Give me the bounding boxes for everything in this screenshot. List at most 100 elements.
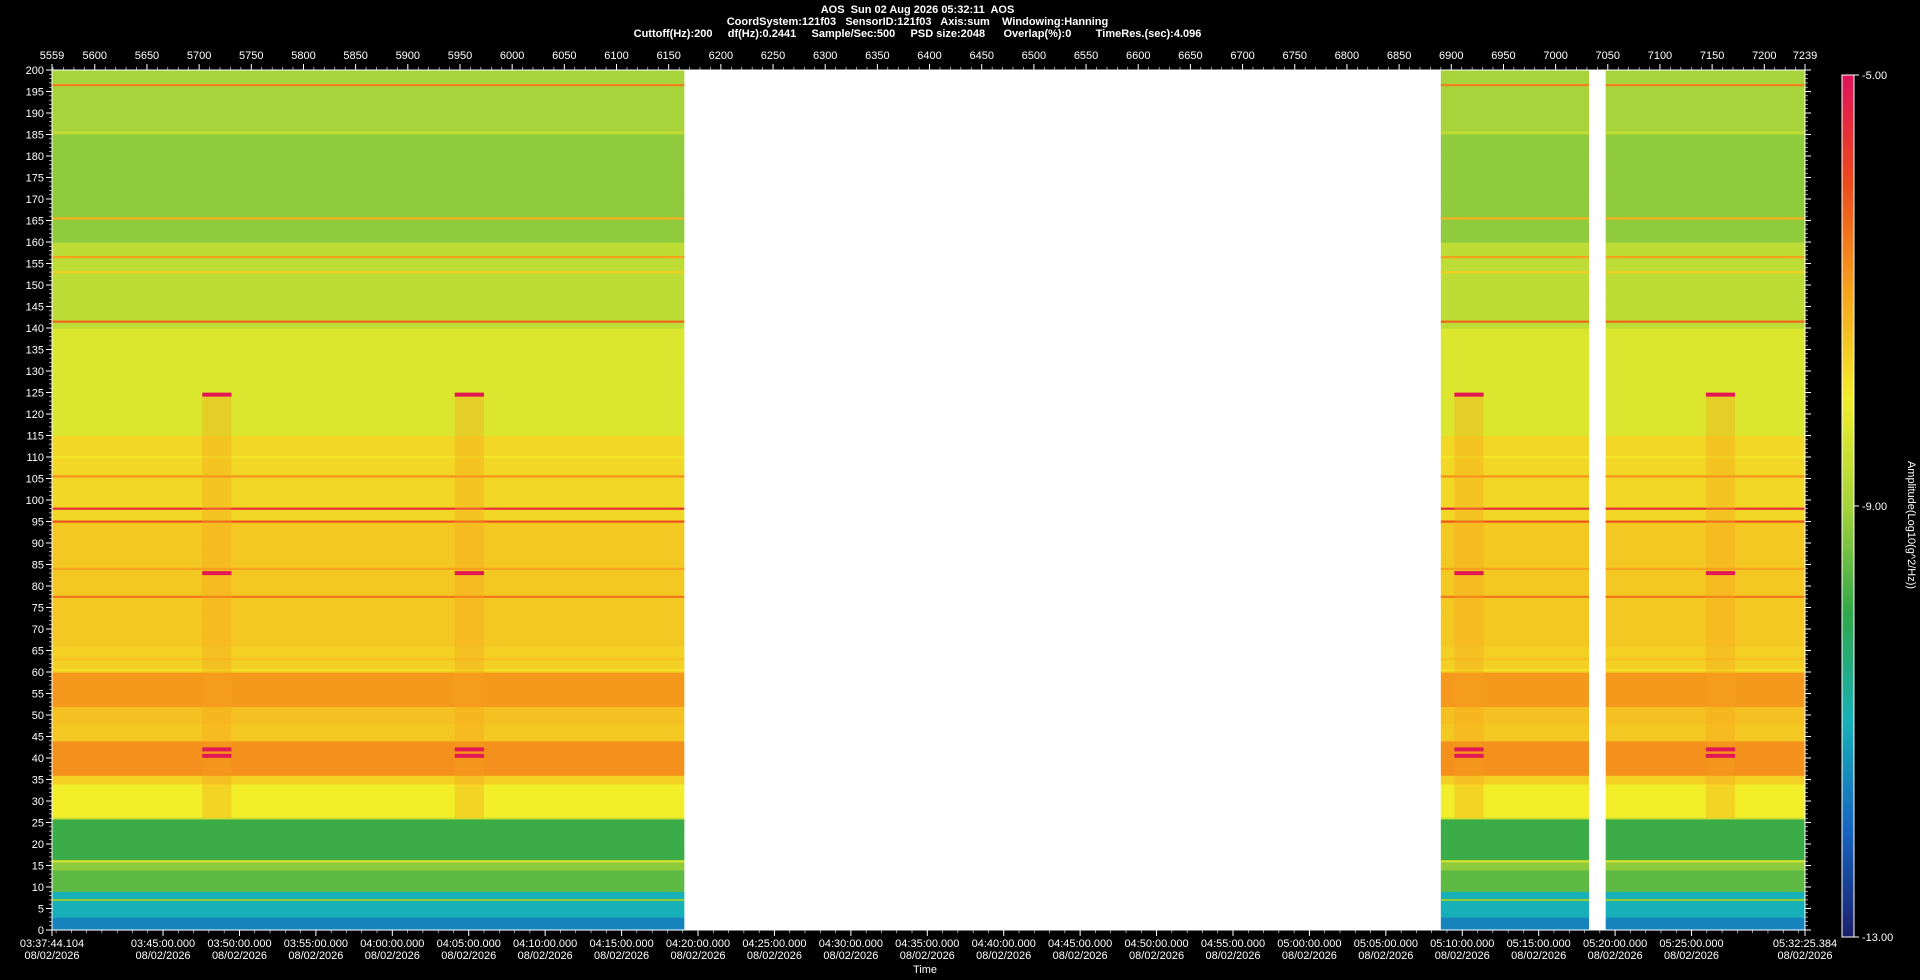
spectrum-band: [1440, 203, 1590, 209]
spectrum-band: [1440, 912, 1590, 918]
spectrum-band: [52, 555, 685, 561]
spectrum-band: [1440, 125, 1590, 131]
spectrum-band: [1605, 138, 1805, 144]
spectrum-band: [1605, 525, 1805, 531]
time-tick-label: 04:45:00.000: [1048, 938, 1112, 950]
spectrum-band: [52, 525, 685, 531]
spectrum-band: [52, 362, 685, 368]
top-tick-label: 7200: [1752, 50, 1776, 62]
data-segment: [52, 70, 685, 931]
top-tick-label: 6950: [1491, 50, 1515, 62]
spectrum-band: [1440, 869, 1590, 875]
y-tick-label: 100: [26, 495, 44, 507]
top-tick-label: 5750: [239, 50, 263, 62]
time-tick-label: 05:25:00.000: [1659, 938, 1723, 950]
spectrum-band: [1440, 379, 1590, 385]
spectrum-band: [1440, 78, 1590, 84]
spectrum-band: [1605, 362, 1805, 368]
spectrum-band: [1440, 113, 1590, 118]
tonal-line: [52, 567, 685, 570]
spectrum-band: [1605, 921, 1805, 927]
spectrum-band: [1605, 401, 1805, 406]
top-tick-label: 7239: [1793, 50, 1817, 62]
spectrum-band: [1605, 74, 1805, 80]
spectrum-band: [52, 534, 685, 540]
spectrum-band: [1605, 796, 1805, 802]
spectrum-band: [52, 409, 685, 415]
spectrum-band: [1440, 199, 1590, 204]
burst-line: [202, 747, 232, 752]
spectrum-band: [52, 91, 685, 97]
spectrum-band: [52, 95, 685, 101]
tonal-line: [52, 817, 685, 820]
spectrum-band: [1605, 113, 1805, 118]
spectrum-band: [52, 917, 685, 922]
tonal-line: [1605, 817, 1805, 820]
spectrum-band: [52, 353, 685, 359]
y-tick-label: 140: [26, 323, 44, 335]
spectrum-band: [52, 242, 685, 247]
spectrum-band: [1440, 353, 1590, 359]
time-tick-label: 04:15:00.000: [589, 938, 653, 950]
top-tick-label: 6050: [552, 50, 576, 62]
spectrum-band: [52, 891, 685, 897]
top-tick-label: 6700: [1230, 50, 1254, 62]
spectrum-band: [1605, 702, 1805, 707]
spectrum-band: [1605, 147, 1805, 153]
spectrum-band: [1605, 173, 1805, 179]
spectrum-band: [1440, 280, 1590, 286]
spectrum-band: [52, 375, 685, 381]
spectrum-band: [1605, 396, 1805, 402]
colorbar-tick-label: -5.00: [1862, 70, 1887, 82]
spectrum-band: [1605, 753, 1805, 759]
spectrum-band: [52, 147, 685, 153]
spectrum-band: [52, 633, 685, 639]
spectrum-band: [52, 680, 685, 686]
spectrum-band: [52, 448, 685, 454]
spectrum-band: [1605, 770, 1805, 776]
spectrum-band: [1605, 289, 1805, 295]
spectrum-band: [1440, 366, 1590, 372]
spectrum-band: [1605, 766, 1805, 772]
burst-line: [454, 753, 484, 758]
spectrum-band: [1440, 865, 1590, 871]
spectrum-band: [1605, 250, 1805, 256]
spectrum-band: [1440, 882, 1590, 888]
y-tick-label: 20: [32, 839, 44, 851]
tonal-line: [1440, 898, 1590, 902]
spectrum-band: [52, 874, 685, 879]
spectrum-band: [1605, 891, 1805, 897]
colorbar: -5.00 -9.00 -13.00: [1841, 70, 1893, 944]
spectrum-band: [1605, 104, 1805, 110]
spectrum-band: [1605, 211, 1805, 217]
spectrum-band: [1605, 620, 1805, 626]
spectrum-band: [1605, 917, 1805, 922]
spectrum-band: [52, 869, 685, 875]
time-tick-date: 08/02/2026: [288, 950, 343, 962]
tonal-line: [1440, 217, 1590, 220]
spectrum-band: [52, 783, 685, 789]
spectrum-band: [1605, 822, 1805, 828]
spectrum-band: [1605, 405, 1805, 411]
spectrum-band: [52, 912, 685, 918]
spectrum-band: [1605, 512, 1805, 518]
top-tick-label: 6150: [656, 50, 680, 62]
spectrum-band: [1440, 371, 1590, 376]
spectrum-band: [52, 749, 685, 755]
spectrum-band: [1440, 138, 1590, 144]
spectrum-band: [1440, 276, 1590, 282]
spectrum-band: [52, 156, 685, 161]
spectrum-band: [52, 280, 685, 286]
top-tick-label: 5600: [83, 50, 107, 62]
spectrum-band: [1605, 710, 1805, 716]
spectrum-band: [52, 383, 685, 389]
spectrum-band: [1440, 190, 1590, 196]
spectrum-band: [52, 491, 685, 497]
spectrum-band: [1605, 117, 1805, 123]
spectrum-band: [52, 160, 685, 166]
spectrum-band: [1440, 835, 1590, 841]
spectrum-band: [1605, 375, 1805, 381]
spectrum-band: [52, 276, 685, 282]
tonal-line: [1440, 271, 1590, 274]
spectrum-band: [1605, 749, 1805, 755]
